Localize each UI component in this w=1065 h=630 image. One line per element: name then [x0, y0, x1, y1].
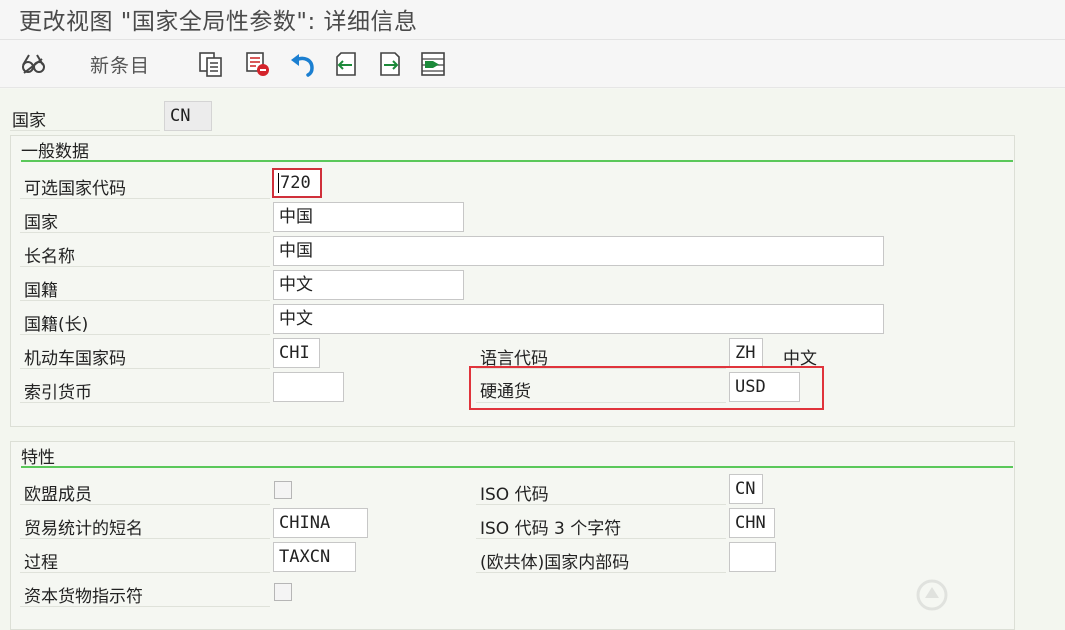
new-entry-button[interactable]: 新条目	[90, 51, 150, 78]
hard-currency-highlight	[469, 366, 824, 410]
previous-entry-icon[interactable]	[331, 50, 361, 78]
iso3-code-label: ISO 代码 3 个字符	[480, 519, 622, 539]
toolbar: 新条目	[0, 40, 1065, 88]
content-area: 国家 CN 一般数据 可选国家代码 720 国家 中国 长名称 中国 国籍 中文…	[0, 89, 1065, 630]
nationality-input[interactable]: 中文	[273, 270, 464, 300]
select-all-icon[interactable]	[418, 50, 448, 78]
country-key-label: 国家	[12, 111, 46, 131]
capital-goods-indicator-checkbox[interactable]	[274, 583, 292, 601]
properties-title: 特性	[21, 448, 55, 468]
index-currency-label: 索引货币	[24, 383, 92, 403]
language-code-input[interactable]: ZH	[729, 338, 763, 368]
nationality-label: 国籍	[24, 281, 58, 301]
nationality-long-label: 国籍(长)	[24, 315, 89, 335]
title-bar: 更改视图 "国家全局性参数": 详细信息	[0, 0, 1065, 40]
watermark-logo-icon	[915, 575, 1050, 615]
capital-goods-indicator-label: 资本货物指示符	[24, 587, 143, 607]
country-name-input[interactable]: 中国	[273, 202, 464, 232]
iso3-code-input[interactable]: CHN	[729, 508, 775, 538]
trade-stats-short-name-label: 贸易统计的短名	[24, 519, 143, 539]
alt-country-code-label: 可选国家代码	[24, 179, 126, 199]
eu-member-label: 欧盟成员	[24, 485, 92, 505]
eu-internal-code-label: (欧共体)国家内部码	[480, 553, 630, 573]
eu-member-checkbox[interactable]	[274, 481, 292, 499]
glasses-icon[interactable]	[18, 50, 48, 78]
country-name-label: 国家	[24, 213, 58, 233]
delete-icon[interactable]	[243, 50, 273, 78]
vehicle-country-code-label: 机动车国家码	[24, 349, 126, 369]
undo-icon[interactable]	[287, 50, 317, 78]
nationality-long-input[interactable]: 中文	[273, 304, 884, 334]
next-entry-icon[interactable]	[375, 50, 405, 78]
vehicle-country-code-input[interactable]: CHI	[273, 338, 320, 368]
trade-stats-short-name-input[interactable]: CHINA	[273, 508, 368, 538]
alt-country-code-input[interactable]: 720	[272, 168, 322, 198]
iso-code-label: ISO 代码	[480, 485, 549, 505]
procedure-input[interactable]: TAXCN	[273, 542, 356, 572]
copy-icon[interactable]	[196, 50, 226, 78]
window-title: 更改视图 "国家全局性参数": 详细信息	[19, 9, 418, 35]
long-name-input[interactable]: 中国	[273, 236, 884, 266]
country-key-field: CN	[164, 101, 212, 131]
eu-internal-code-input[interactable]	[729, 542, 776, 572]
index-currency-input[interactable]	[273, 372, 344, 402]
general-data-title: 一般数据	[21, 142, 89, 162]
long-name-label: 长名称	[24, 247, 75, 267]
iso-code-input[interactable]: CN	[729, 474, 763, 504]
procedure-label: 过程	[24, 553, 58, 573]
